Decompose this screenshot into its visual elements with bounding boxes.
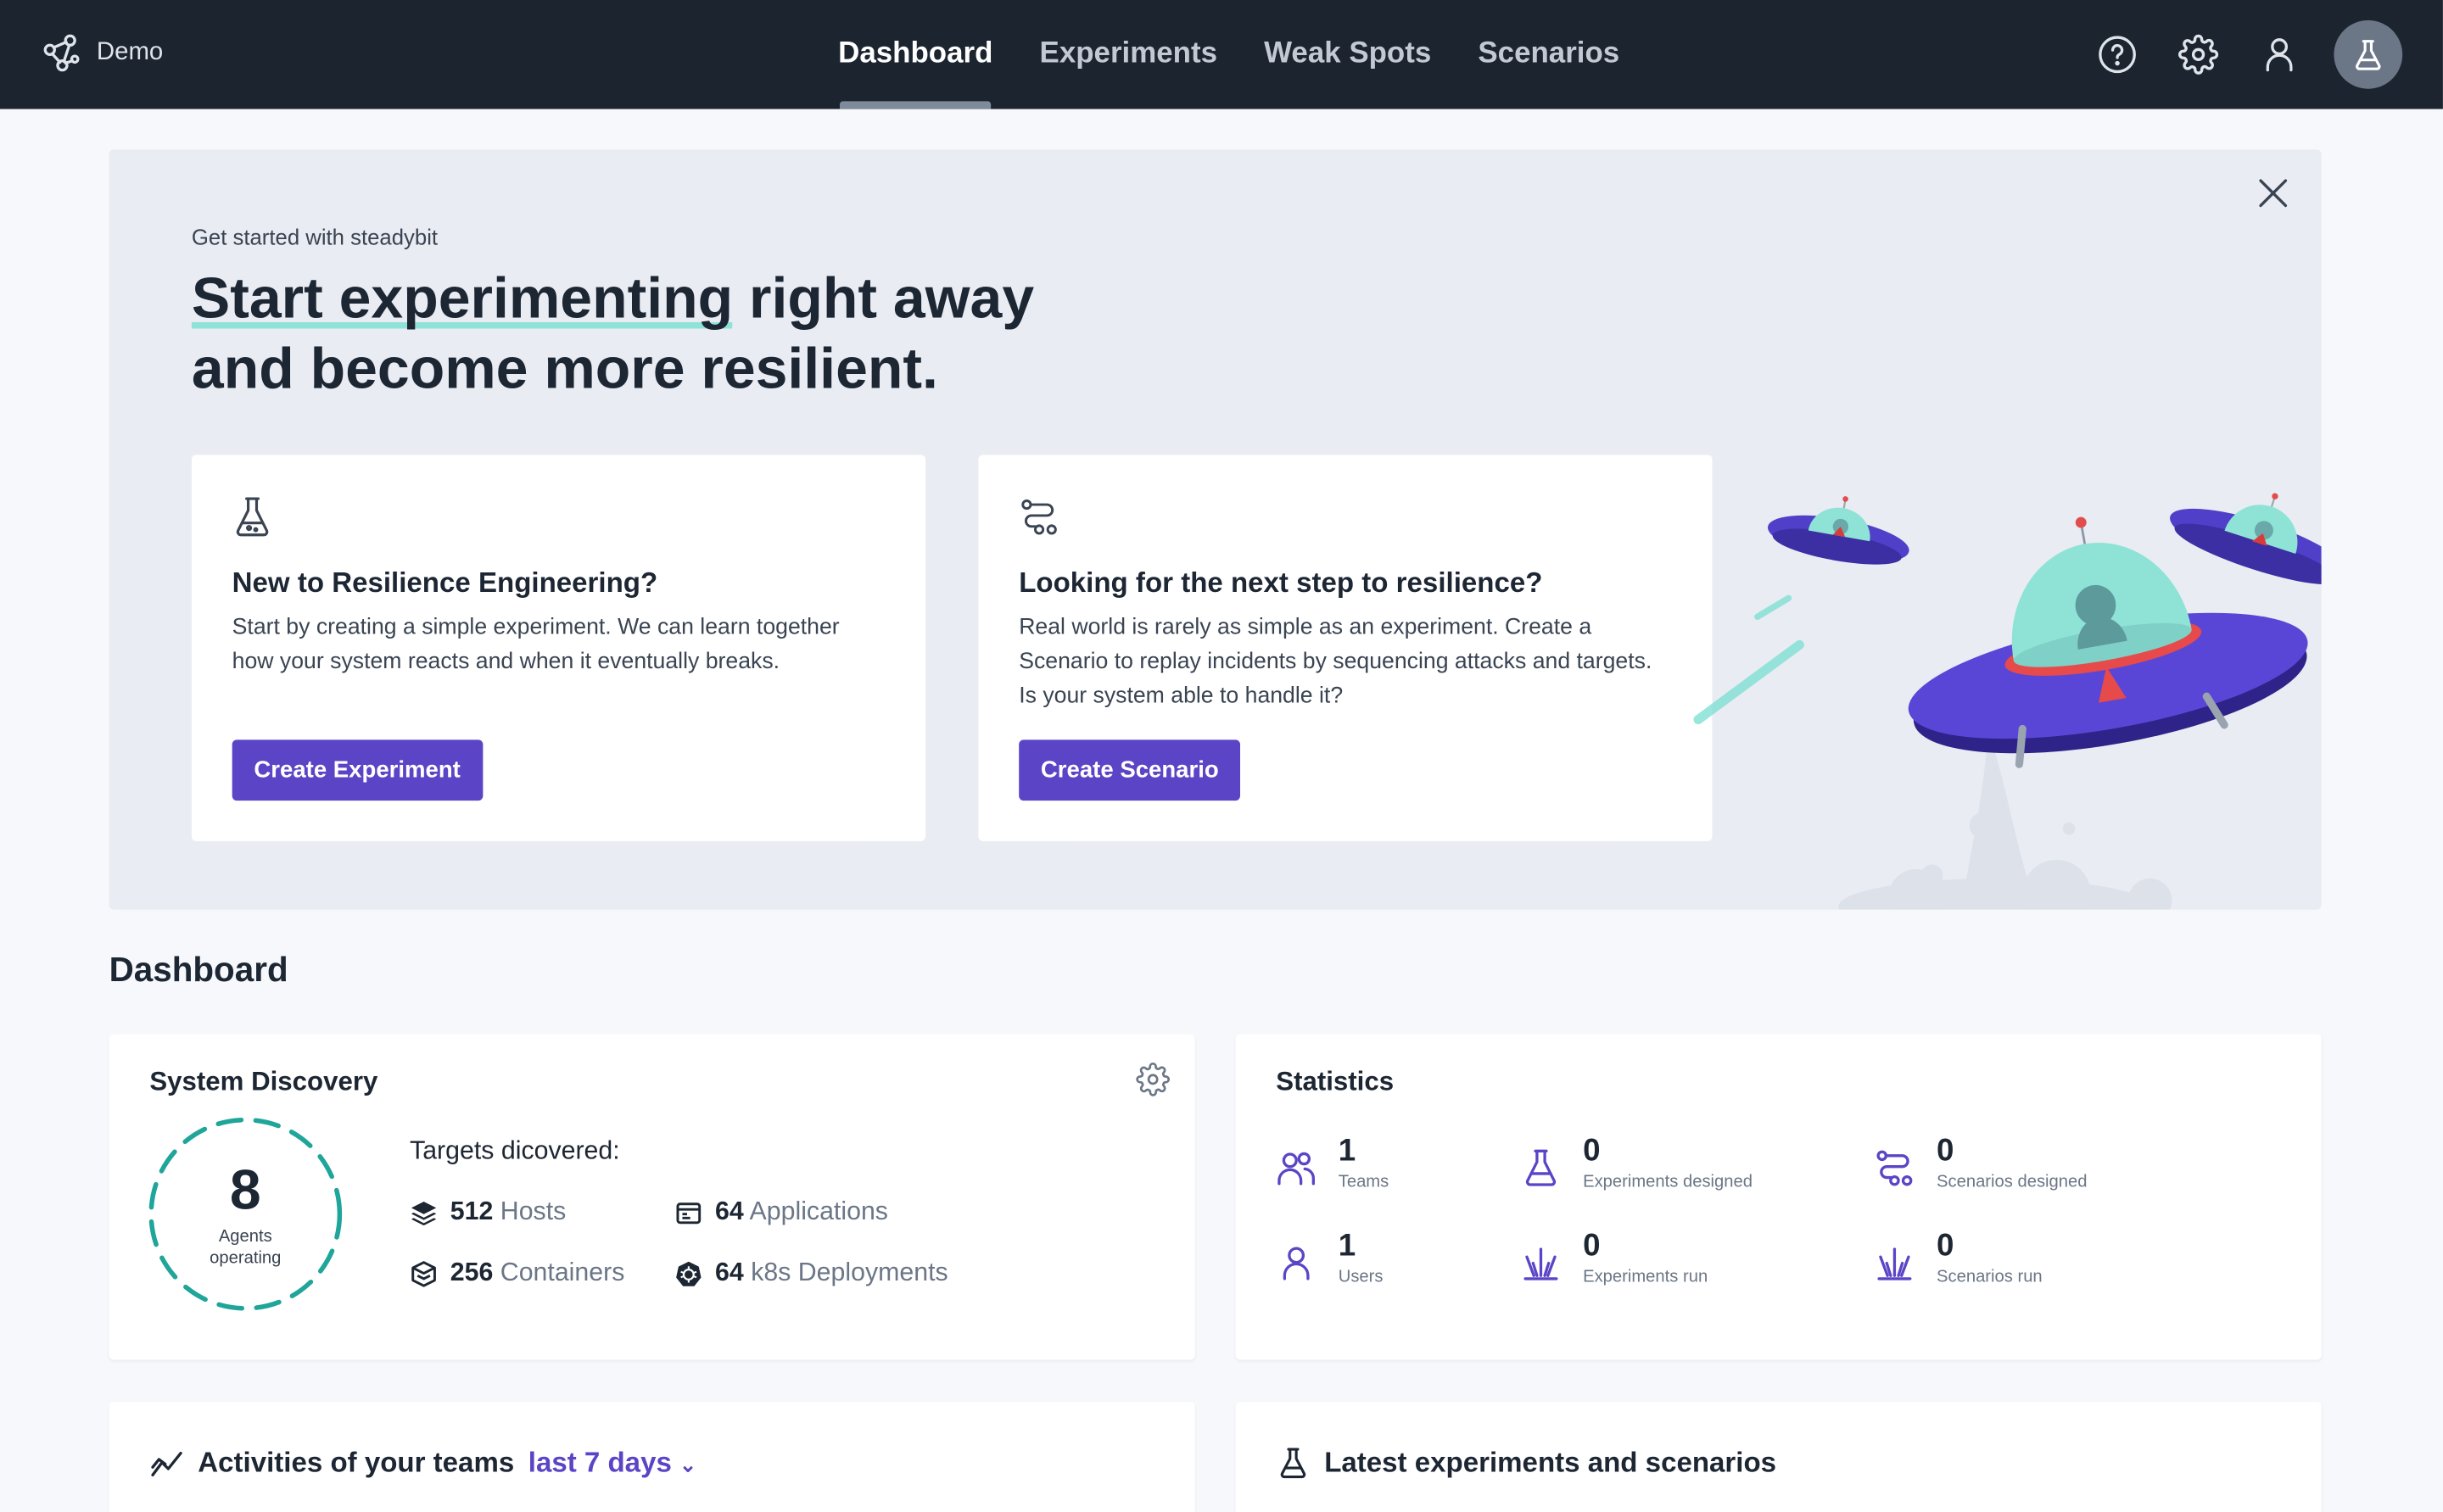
profile-button[interactable] — [2253, 20, 2306, 89]
settings-icon[interactable] — [1136, 1063, 1170, 1096]
close-banner-button[interactable] — [2256, 176, 2294, 214]
dashboard-title: Dashboard — [109, 950, 288, 990]
panel-title: System Discovery — [149, 1067, 378, 1097]
flask-icon — [1280, 1448, 1306, 1479]
card-body: Real world is rarely as simple as an exp… — [1019, 615, 1652, 709]
target-count: 64 — [715, 1258, 744, 1287]
period-label: last 7 days — [528, 1446, 672, 1478]
settings-icon — [2178, 34, 2219, 75]
chevron-down-icon: ⌄ — [679, 1452, 697, 1476]
latest-experiments-panel: Latest experiments and scenarios — [1235, 1402, 2322, 1512]
target-label: Hosts — [500, 1197, 567, 1226]
tab-scenarios[interactable]: Scenarios — [1478, 0, 1619, 109]
burst-icon — [1523, 1247, 1558, 1280]
kubernetes-icon — [676, 1260, 702, 1286]
target-containers[interactable]: 256 Containers — [410, 1258, 624, 1288]
statistics-panel: Statistics 1 Teams 0 Experiments designed … — [1235, 1034, 2322, 1360]
card-title: New to Resilience Engineering? — [232, 566, 658, 599]
target-label: Containers — [500, 1258, 625, 1287]
flask-icon — [236, 497, 269, 537]
container-icon — [411, 1260, 436, 1286]
banner-title-line2: and become more resilient. — [191, 336, 938, 401]
route-icon — [1876, 1150, 1913, 1186]
stat-value: 1 — [1338, 1229, 1356, 1264]
agents-label: Agents operating — [210, 1227, 282, 1269]
new-to-resilience-card: New to Resilience Engineering? Start by … — [191, 455, 925, 841]
burst-icon — [1877, 1247, 1912, 1280]
targets-title: Targets dicovered: — [410, 1136, 620, 1165]
main-nav: Dashboard Experiments Weak Spots Scenari… — [838, 0, 1619, 109]
stat-label: Teams — [1338, 1173, 1389, 1192]
getting-started-banner: Get started with steadybit Start experim… — [109, 149, 2322, 910]
brand-label: Demo — [96, 38, 164, 66]
user-icon — [2266, 38, 2293, 72]
layers-icon — [411, 1201, 437, 1225]
target-count: 512 — [450, 1197, 494, 1226]
card-title: Looking for the next step to resilience? — [1019, 566, 1543, 599]
target-label: k8s Deployments — [751, 1258, 948, 1287]
banner-title-rest: right away — [733, 266, 1035, 331]
target-count: 64 — [715, 1197, 744, 1226]
agents-gauge: 8 Agents operating — [148, 1117, 343, 1312]
stat-value: 1 — [1338, 1134, 1356, 1169]
target-k8s-deployments[interactable]: 64 k8s Deployments — [674, 1258, 948, 1288]
help-icon — [2099, 36, 2136, 74]
activities-panel: Activities of your teams last 7 days ⌄ — [109, 1402, 1195, 1512]
stat-teams: 1 Teams — [1276, 1132, 1389, 1191]
stat-label: Experiments designed — [1583, 1173, 1753, 1192]
stat-experiments-designed: 0 Experiments designed — [1521, 1132, 1753, 1191]
help-button[interactable] — [2091, 20, 2144, 89]
stat-users: 1 Users — [1276, 1227, 1384, 1287]
stat-scenarios-run: 0 Scenarios run — [1875, 1227, 2043, 1286]
team-avatar[interactable] — [2334, 20, 2403, 89]
next-step-card: Looking for the next step to resilience?… — [978, 455, 1713, 841]
stat-experiments-run: 0 Experiments run — [1521, 1227, 1708, 1286]
create-scenario-button[interactable]: Create Scenario — [1019, 739, 1241, 801]
stat-value: 0 — [1583, 1134, 1601, 1169]
stat-value: 0 — [1937, 1229, 1954, 1264]
latest-title: Latest experiments and scenarios — [1276, 1445, 1776, 1479]
app-root: Demo Dashboard Experiments Weak Spots Sc… — [0, 0, 2443, 1512]
card-body: Start by creating a simple experiment. W… — [232, 615, 840, 675]
activities-label: Activities of your teams — [198, 1446, 515, 1478]
teams-icon — [1277, 1152, 1315, 1186]
target-count: 256 — [450, 1258, 494, 1287]
tab-dashboard[interactable]: Dashboard — [838, 0, 992, 109]
close-icon — [2259, 179, 2288, 208]
settings-button[interactable] — [2172, 20, 2224, 89]
system-discovery-panel: System Discovery 8 Agents operating Targe… — [109, 1034, 1195, 1360]
latest-label: Latest experiments and scenarios — [1324, 1446, 1777, 1478]
tab-weak-spots[interactable]: Weak Spots — [1264, 0, 1431, 109]
route-icon — [1021, 499, 1057, 535]
period-dropdown[interactable]: last 7 days ⌄ — [528, 1446, 696, 1479]
stat-label: Users — [1338, 1268, 1384, 1287]
panel-title: Statistics — [1276, 1067, 1395, 1097]
banner-eyebrow: Get started with steadybit — [191, 224, 439, 249]
tab-experiments[interactable]: Experiments — [1040, 0, 1217, 109]
stat-value: 0 — [1583, 1229, 1601, 1264]
activities-title: Activities of your teams last 7 days ⌄ — [149, 1445, 696, 1479]
user-icon — [1283, 1247, 1310, 1280]
flask-icon — [1525, 1149, 1557, 1186]
target-label: Applications — [749, 1197, 888, 1226]
agents-count: 8 — [229, 1157, 261, 1221]
flask-icon — [2356, 40, 2381, 70]
stat-label: Scenarios designed — [1937, 1173, 2088, 1192]
top-navbar: Demo Dashboard Experiments Weak Spots Sc… — [0, 0, 2443, 109]
nav-actions — [2091, 20, 2403, 89]
banner-title: Start experimenting right away and become… — [191, 263, 1188, 403]
target-applications[interactable]: 64 Applications — [674, 1197, 888, 1227]
target-hosts[interactable]: 512 Hosts — [410, 1197, 566, 1227]
stat-label: Scenarios run — [1937, 1268, 2043, 1287]
stat-label: Experiments run — [1583, 1268, 1708, 1287]
application-icon — [676, 1202, 702, 1224]
stat-value: 0 — [1937, 1134, 1954, 1169]
chart-line-icon — [151, 1451, 182, 1477]
banner-title-highlight: Start experimenting — [191, 266, 734, 331]
ufo-illustration — [1693, 493, 2322, 910]
brand[interactable]: Demo — [39, 31, 163, 75]
create-experiment-button[interactable]: Create Experiment — [232, 739, 483, 801]
steadybit-logo-icon — [43, 34, 80, 72]
stat-scenarios-designed: 0 Scenarios designed — [1875, 1132, 2088, 1192]
